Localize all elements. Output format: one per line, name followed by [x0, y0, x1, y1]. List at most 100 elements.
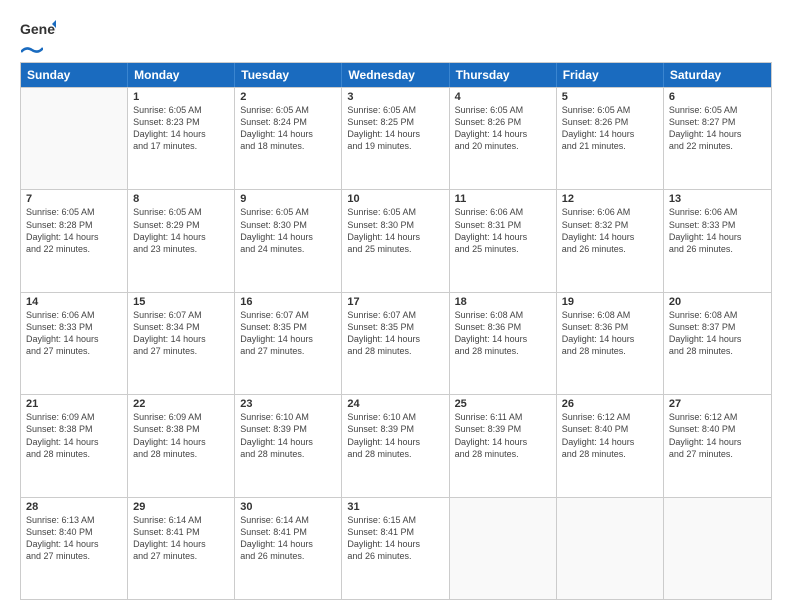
cal-cell-3-5: 18Sunrise: 6:08 AMSunset: 8:36 PMDayligh… [450, 293, 557, 394]
cal-cell-2-7: 13Sunrise: 6:06 AMSunset: 8:33 PMDayligh… [664, 190, 771, 291]
calendar-body: 1Sunrise: 6:05 AMSunset: 8:23 PMDaylight… [21, 87, 771, 599]
day-info: Sunrise: 6:12 AMSunset: 8:40 PMDaylight:… [669, 411, 766, 460]
day-info: Sunrise: 6:07 AMSunset: 8:35 PMDaylight:… [347, 309, 443, 358]
svg-text:General: General [20, 21, 56, 37]
day-info: Sunrise: 6:14 AMSunset: 8:41 PMDaylight:… [240, 514, 336, 563]
cal-cell-5-7 [664, 498, 771, 599]
logo-icon: General [20, 18, 56, 46]
day-number: 2 [240, 91, 336, 103]
cal-cell-5-3: 30Sunrise: 6:14 AMSunset: 8:41 PMDayligh… [235, 498, 342, 599]
day-number: 29 [133, 501, 229, 513]
day-number: 7 [26, 193, 122, 205]
day-number: 23 [240, 398, 336, 410]
day-number: 15 [133, 296, 229, 308]
day-info: Sunrise: 6:05 AMSunset: 8:26 PMDaylight:… [455, 104, 551, 153]
day-info: Sunrise: 6:05 AMSunset: 8:27 PMDaylight:… [669, 104, 766, 153]
week-row-1: 1Sunrise: 6:05 AMSunset: 8:23 PMDaylight… [21, 87, 771, 189]
day-number: 19 [562, 296, 658, 308]
day-number: 16 [240, 296, 336, 308]
header-day-saturday: Saturday [664, 63, 771, 87]
day-number: 4 [455, 91, 551, 103]
day-info: Sunrise: 6:15 AMSunset: 8:41 PMDaylight:… [347, 514, 443, 563]
cal-cell-1-1 [21, 88, 128, 189]
day-info: Sunrise: 6:10 AMSunset: 8:39 PMDaylight:… [240, 411, 336, 460]
day-info: Sunrise: 6:05 AMSunset: 8:29 PMDaylight:… [133, 206, 229, 255]
day-info: Sunrise: 6:05 AMSunset: 8:30 PMDaylight:… [240, 206, 336, 255]
cal-cell-4-3: 23Sunrise: 6:10 AMSunset: 8:39 PMDayligh… [235, 395, 342, 496]
day-number: 28 [26, 501, 122, 513]
day-number: 13 [669, 193, 766, 205]
day-number: 21 [26, 398, 122, 410]
cal-cell-2-4: 10Sunrise: 6:05 AMSunset: 8:30 PMDayligh… [342, 190, 449, 291]
day-info: Sunrise: 6:11 AMSunset: 8:39 PMDaylight:… [455, 411, 551, 460]
day-info: Sunrise: 6:05 AMSunset: 8:26 PMDaylight:… [562, 104, 658, 153]
cal-cell-5-6 [557, 498, 664, 599]
cal-cell-1-5: 4Sunrise: 6:05 AMSunset: 8:26 PMDaylight… [450, 88, 557, 189]
day-number: 10 [347, 193, 443, 205]
header-day-tuesday: Tuesday [235, 63, 342, 87]
day-info: Sunrise: 6:07 AMSunset: 8:35 PMDaylight:… [240, 309, 336, 358]
cal-cell-5-2: 29Sunrise: 6:14 AMSunset: 8:41 PMDayligh… [128, 498, 235, 599]
day-info: Sunrise: 6:05 AMSunset: 8:30 PMDaylight:… [347, 206, 443, 255]
cal-cell-2-3: 9Sunrise: 6:05 AMSunset: 8:30 PMDaylight… [235, 190, 342, 291]
day-number: 22 [133, 398, 229, 410]
cal-cell-3-7: 20Sunrise: 6:08 AMSunset: 8:37 PMDayligh… [664, 293, 771, 394]
day-info: Sunrise: 6:09 AMSunset: 8:38 PMDaylight:… [26, 411, 122, 460]
cal-cell-3-1: 14Sunrise: 6:06 AMSunset: 8:33 PMDayligh… [21, 293, 128, 394]
cal-cell-3-2: 15Sunrise: 6:07 AMSunset: 8:34 PMDayligh… [128, 293, 235, 394]
day-info: Sunrise: 6:06 AMSunset: 8:33 PMDaylight:… [26, 309, 122, 358]
cal-cell-3-6: 19Sunrise: 6:08 AMSunset: 8:36 PMDayligh… [557, 293, 664, 394]
logo-wave-icon [21, 44, 43, 56]
day-number: 24 [347, 398, 443, 410]
day-number: 11 [455, 193, 551, 205]
day-info: Sunrise: 6:08 AMSunset: 8:37 PMDaylight:… [669, 309, 766, 358]
page: General SundayMondayTuesdayWednesdayThur… [0, 0, 792, 612]
day-number: 3 [347, 91, 443, 103]
day-info: Sunrise: 6:05 AMSunset: 8:28 PMDaylight:… [26, 206, 122, 255]
cal-cell-2-6: 12Sunrise: 6:06 AMSunset: 8:32 PMDayligh… [557, 190, 664, 291]
cal-cell-5-1: 28Sunrise: 6:13 AMSunset: 8:40 PMDayligh… [21, 498, 128, 599]
cal-cell-1-7: 6Sunrise: 6:05 AMSunset: 8:27 PMDaylight… [664, 88, 771, 189]
day-info: Sunrise: 6:06 AMSunset: 8:31 PMDaylight:… [455, 206, 551, 255]
day-info: Sunrise: 6:06 AMSunset: 8:33 PMDaylight:… [669, 206, 766, 255]
day-info: Sunrise: 6:05 AMSunset: 8:24 PMDaylight:… [240, 104, 336, 153]
cal-cell-2-1: 7Sunrise: 6:05 AMSunset: 8:28 PMDaylight… [21, 190, 128, 291]
header-day-thursday: Thursday [450, 63, 557, 87]
cal-cell-5-4: 31Sunrise: 6:15 AMSunset: 8:41 PMDayligh… [342, 498, 449, 599]
day-info: Sunrise: 6:13 AMSunset: 8:40 PMDaylight:… [26, 514, 122, 563]
week-row-5: 28Sunrise: 6:13 AMSunset: 8:40 PMDayligh… [21, 497, 771, 599]
day-number: 17 [347, 296, 443, 308]
header: General [20, 18, 772, 52]
day-info: Sunrise: 6:08 AMSunset: 8:36 PMDaylight:… [562, 309, 658, 358]
cal-cell-4-4: 24Sunrise: 6:10 AMSunset: 8:39 PMDayligh… [342, 395, 449, 496]
header-day-wednesday: Wednesday [342, 63, 449, 87]
cal-cell-4-2: 22Sunrise: 6:09 AMSunset: 8:38 PMDayligh… [128, 395, 235, 496]
logo: General [20, 18, 56, 52]
cal-cell-4-1: 21Sunrise: 6:09 AMSunset: 8:38 PMDayligh… [21, 395, 128, 496]
day-info: Sunrise: 6:10 AMSunset: 8:39 PMDaylight:… [347, 411, 443, 460]
cal-cell-4-6: 26Sunrise: 6:12 AMSunset: 8:40 PMDayligh… [557, 395, 664, 496]
cal-cell-3-4: 17Sunrise: 6:07 AMSunset: 8:35 PMDayligh… [342, 293, 449, 394]
cal-cell-5-5 [450, 498, 557, 599]
cal-cell-3-3: 16Sunrise: 6:07 AMSunset: 8:35 PMDayligh… [235, 293, 342, 394]
day-number: 18 [455, 296, 551, 308]
cal-cell-2-2: 8Sunrise: 6:05 AMSunset: 8:29 PMDaylight… [128, 190, 235, 291]
day-number: 27 [669, 398, 766, 410]
cal-cell-1-4: 3Sunrise: 6:05 AMSunset: 8:25 PMDaylight… [342, 88, 449, 189]
cal-cell-2-5: 11Sunrise: 6:06 AMSunset: 8:31 PMDayligh… [450, 190, 557, 291]
calendar-header: SundayMondayTuesdayWednesdayThursdayFrid… [21, 63, 771, 87]
cal-cell-4-7: 27Sunrise: 6:12 AMSunset: 8:40 PMDayligh… [664, 395, 771, 496]
week-row-2: 7Sunrise: 6:05 AMSunset: 8:28 PMDaylight… [21, 189, 771, 291]
week-row-4: 21Sunrise: 6:09 AMSunset: 8:38 PMDayligh… [21, 394, 771, 496]
header-day-friday: Friday [557, 63, 664, 87]
day-number: 14 [26, 296, 122, 308]
cal-cell-4-5: 25Sunrise: 6:11 AMSunset: 8:39 PMDayligh… [450, 395, 557, 496]
day-info: Sunrise: 6:05 AMSunset: 8:23 PMDaylight:… [133, 104, 229, 153]
day-number: 31 [347, 501, 443, 513]
day-info: Sunrise: 6:09 AMSunset: 8:38 PMDaylight:… [133, 411, 229, 460]
day-info: Sunrise: 6:06 AMSunset: 8:32 PMDaylight:… [562, 206, 658, 255]
day-info: Sunrise: 6:14 AMSunset: 8:41 PMDaylight:… [133, 514, 229, 563]
day-number: 1 [133, 91, 229, 103]
cal-cell-1-2: 1Sunrise: 6:05 AMSunset: 8:23 PMDaylight… [128, 88, 235, 189]
day-number: 12 [562, 193, 658, 205]
